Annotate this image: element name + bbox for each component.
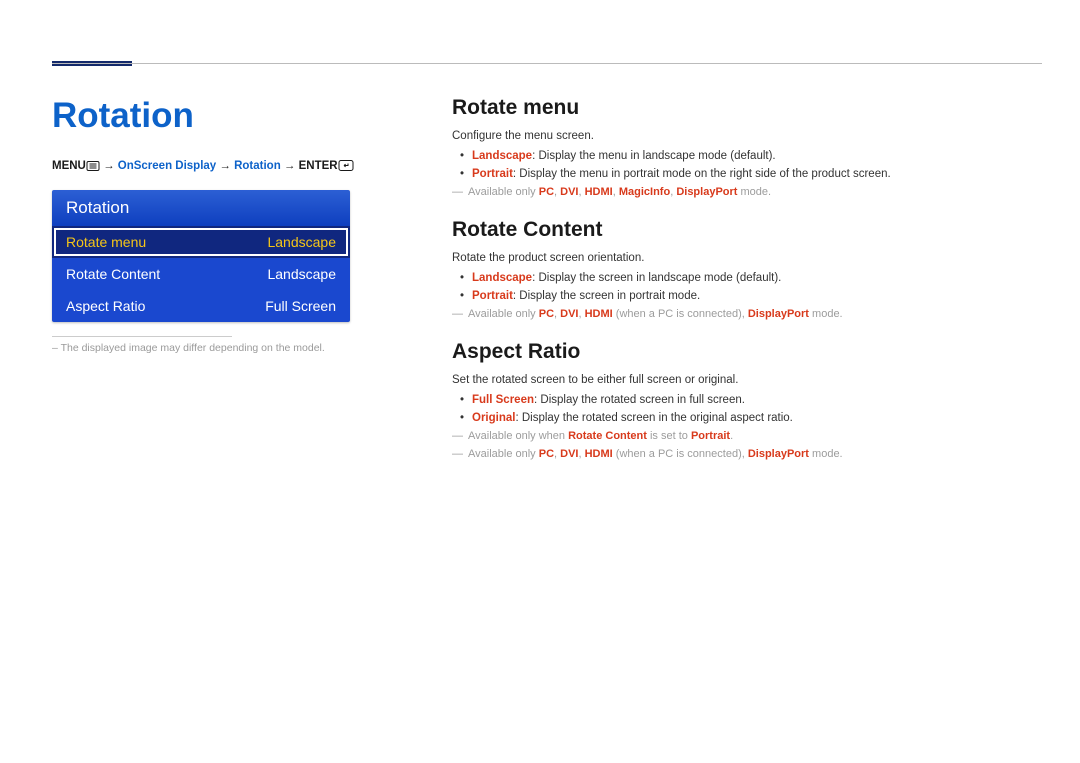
breadcrumb-item-1: OnScreen Display <box>118 160 216 172</box>
enter-icon <box>338 160 354 172</box>
breadcrumb: MENU → OnScreen Display → Rotation → ENT… <box>52 160 432 172</box>
breadcrumb-arrow-1: → <box>100 160 118 172</box>
osd-row-value: Landscape <box>267 266 336 282</box>
section-desc: Rotate the product screen orientation. <box>452 252 1042 264</box>
osd-panel: Rotation Rotate menu Landscape Rotate Co… <box>52 190 350 322</box>
bullet-highlight: Portrait <box>472 168 513 180</box>
note-text: Available only when <box>468 430 568 442</box>
bullet-item: Original: Display the rotated screen in … <box>472 412 1042 424</box>
osd-row-aspect-ratio[interactable]: Aspect Ratio Full Screen <box>52 290 350 322</box>
note-text: Available only <box>468 308 539 320</box>
header-rule <box>52 63 1042 64</box>
note-hl: HDMI <box>585 308 613 320</box>
section-title: Rotate menu <box>452 96 1042 120</box>
section-rotate-content: Rotate Content Rotate the product screen… <box>452 218 1042 320</box>
bullet-rest: : Display the menu in portrait mode on t… <box>513 168 891 180</box>
bullet-rest: : Display the screen in landscape mode (… <box>532 272 781 284</box>
bullet-item: Landscape: Display the screen in landsca… <box>472 272 1042 284</box>
section-title: Rotate Content <box>452 218 1042 242</box>
note-text: (when a PC is connected), <box>613 308 748 320</box>
breadcrumb-enter: ENTER <box>299 160 338 172</box>
bullet-rest: : Display the rotated screen in the orig… <box>515 412 792 424</box>
note-text: mode. <box>737 186 771 198</box>
bullet-list: Landscape: Display the screen in landsca… <box>452 272 1042 302</box>
left-column: Rotation MENU → OnScreen Display → Rotat… <box>52 96 452 480</box>
bullet-item: Full Screen: Display the rotated screen … <box>472 394 1042 406</box>
bullet-rest: : Display the screen in portrait mode. <box>513 290 700 302</box>
bullet-highlight: Landscape <box>472 150 532 162</box>
note-hl: Portrait <box>691 430 730 442</box>
breadcrumb-menu: MENU <box>52 160 86 172</box>
bullet-highlight: Full Screen <box>472 394 534 406</box>
section-aspect-ratio: Aspect Ratio Set the rotated screen to b… <box>452 340 1042 460</box>
section-desc: Configure the menu screen. <box>452 130 1042 142</box>
note-hl: HDMI <box>585 448 613 460</box>
note-hl: MagicInfo <box>619 186 670 198</box>
osd-row-rotate-content[interactable]: Rotate Content Landscape <box>52 258 350 290</box>
osd-row-rotate-menu[interactable]: Rotate menu Landscape <box>52 226 350 258</box>
bullet-item: Landscape: Display the menu in landscape… <box>472 150 1042 162</box>
note-hl: PC <box>539 186 554 198</box>
bullet-rest: : Display the rotated screen in full scr… <box>534 394 745 406</box>
note-text: Available only <box>468 186 539 198</box>
note-hl: DisplayPort <box>748 308 809 320</box>
note-hl: Rotate Content <box>568 430 647 442</box>
note-hl: DVI <box>560 308 578 320</box>
osd-row-label: Aspect Ratio <box>66 298 145 314</box>
bullet-list: Full Screen: Display the rotated screen … <box>452 394 1042 424</box>
osd-body: Rotate menu Landscape Rotate Content Lan… <box>52 226 350 322</box>
bullet-list: Landscape: Display the menu in landscape… <box>452 150 1042 180</box>
osd-row-label: Rotate menu <box>66 234 146 250</box>
note-hl: DVI <box>560 186 578 198</box>
section-desc: Set the rotated screen to be either full… <box>452 374 1042 386</box>
note: Available only PC, DVI, HDMI (when a PC … <box>452 448 1042 460</box>
note-text: Available only <box>468 448 539 460</box>
note-hl: DisplayPort <box>748 448 809 460</box>
bullet-item: Portrait: Display the screen in portrait… <box>472 290 1042 302</box>
breadcrumb-arrow-3: → <box>281 160 299 172</box>
osd-caption: The displayed image may differ depending… <box>52 342 432 354</box>
note-text: mode. <box>809 308 843 320</box>
breadcrumb-item-2: Rotation <box>234 160 281 172</box>
note: Available only PC, DVI, HDMI (when a PC … <box>452 308 1042 320</box>
menu-icon <box>86 160 100 172</box>
breadcrumb-arrow-2: → <box>216 160 234 172</box>
bullet-highlight: Portrait <box>472 290 513 302</box>
note-text: . <box>730 430 733 442</box>
section-title: Aspect Ratio <box>452 340 1042 364</box>
bullet-highlight: Landscape <box>472 272 532 284</box>
note-hl: DisplayPort <box>676 186 737 198</box>
bullet-rest: : Display the menu in landscape mode (de… <box>532 150 776 162</box>
osd-row-value: Full Screen <box>265 298 336 314</box>
note-hl: DVI <box>560 448 578 460</box>
note-text: is set to <box>647 430 691 442</box>
note-hl: PC <box>539 448 554 460</box>
osd-row-label: Rotate Content <box>66 266 160 282</box>
note-text: (when a PC is connected), <box>613 448 748 460</box>
note-hl: PC <box>539 308 554 320</box>
osd-row-value: Landscape <box>267 234 336 250</box>
note: Available only when Rotate Content is se… <box>452 430 1042 442</box>
osd-title: Rotation <box>52 190 350 226</box>
bullet-highlight: Original <box>472 412 515 424</box>
page-title: Rotation <box>52 96 432 136</box>
section-rotate-menu: Rotate menu Configure the menu screen. L… <box>452 96 1042 198</box>
right-column: Rotate menu Configure the menu screen. L… <box>452 96 1042 480</box>
note-hl: HDMI <box>585 186 613 198</box>
note: Available only PC, DVI, HDMI, MagicInfo,… <box>452 186 1042 198</box>
note-text: mode. <box>809 448 843 460</box>
page-body: Rotation MENU → OnScreen Display → Rotat… <box>52 96 1042 480</box>
bullet-item: Portrait: Display the menu in portrait m… <box>472 168 1042 180</box>
caption-rule <box>52 336 232 337</box>
